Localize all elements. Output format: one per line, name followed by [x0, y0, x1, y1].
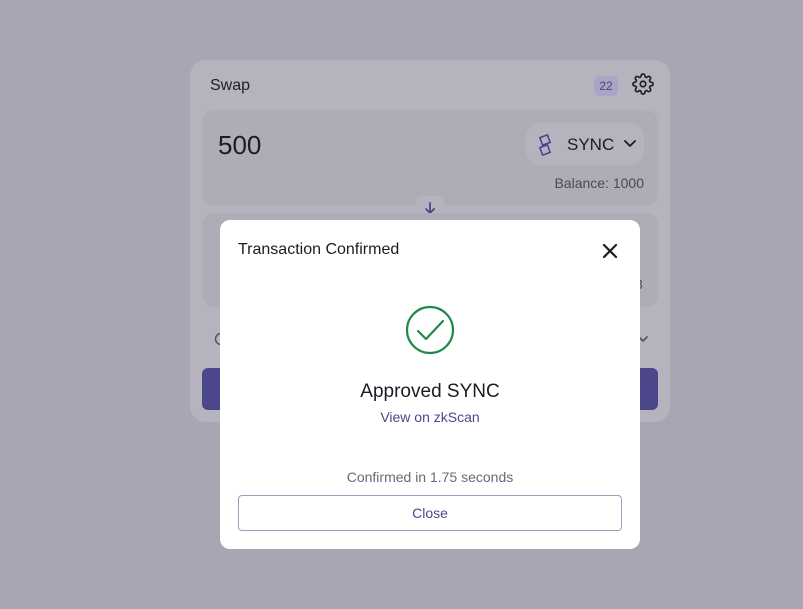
swap-title: Swap	[210, 77, 251, 94]
view-on-zkscan-link[interactable]: View on zkScan	[220, 409, 640, 425]
close-icon[interactable]	[600, 241, 620, 261]
modal-title: Transaction Confirmed	[238, 241, 400, 258]
confirmation-time: Confirmed in 1.75 seconds	[346, 469, 514, 485]
close-button[interactable]: Close	[238, 495, 622, 531]
chevron-down-icon	[624, 140, 636, 147]
from-input-panel: 500 SYNC Balance: 1000	[202, 110, 658, 206]
approval-status: Approved SYNC	[360, 381, 500, 402]
sync-token-icon	[538, 133, 552, 157]
from-amount-input[interactable]: 500	[218, 130, 261, 161]
token-label: SYNC	[567, 135, 615, 154]
transaction-confirmed-modal: Transaction Confirmed Approved SYNC View…	[220, 220, 640, 549]
token-select-button[interactable]: SYNC	[526, 123, 644, 165]
gear-icon[interactable]	[632, 73, 654, 95]
notification-badge: 22	[594, 76, 618, 96]
balance-text: Balance: 1000	[554, 175, 644, 191]
check-circle-icon	[405, 305, 455, 355]
